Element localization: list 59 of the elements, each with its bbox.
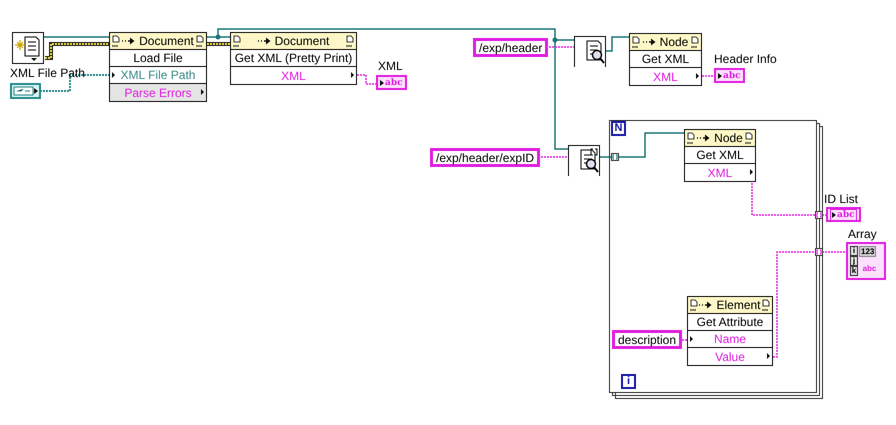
property-label: XML [653,68,678,86]
terminal-icon [767,353,770,359]
wire [45,42,109,60]
wire [606,36,629,52]
arrow-icon [122,37,136,45]
arrow-icon [258,37,271,45]
terminal-icon [696,73,699,79]
wire [619,132,684,158]
terminal-icon [112,72,115,78]
count-terminal: N [611,121,626,136]
terminal-icon [750,169,753,175]
xml-query-icon [568,145,600,176]
indicator-label: Array [848,228,877,241]
tunnel-icon [815,211,823,219]
method-label: Load File [133,50,183,67]
terminal-icon [351,72,354,78]
string-array-indicator: abc [826,207,861,222]
method-label: Get Attribute [696,314,764,331]
property-label: XML File Path [120,67,196,84]
string-constant: /exp/header/expID [430,148,540,167]
terminal-icon [690,336,693,342]
node-class-label: Document [139,33,194,50]
arrow-icon [697,134,710,142]
new-document-icon [12,32,44,64]
method-label: Get XML [642,51,690,68]
property-label: XML [708,164,732,182]
string-indicator: abc [714,68,745,83]
method-label: Get XML [696,147,744,164]
indicator-label: XML [378,60,403,73]
string-constant: description [612,330,682,349]
method-label: Get XML (Pretty Print) [234,50,352,67]
wire [822,214,826,216]
wire [44,36,109,38]
iteration-terminal: i [621,374,636,389]
indicator-label: Header Info [714,53,777,66]
arrow-icon [699,301,712,309]
property-label: Parse Errors [124,84,192,102]
property-label: Name [714,331,746,348]
path-control-icon [10,83,41,99]
property-label: XML [281,68,306,84]
wire [822,251,846,253]
indicator-label: ID List [824,193,858,206]
xml-query-icon [574,36,606,67]
tunnel-icon [611,153,619,161]
node-class-label: Element [716,297,761,314]
wire [679,339,687,341]
terminal-icon [201,89,204,95]
string-indicator: abc [376,75,407,90]
node-class-label: Node [714,130,743,147]
property-label: Value [715,348,745,366]
string-constant: /exp/header [473,38,548,57]
wire [702,75,714,77]
control-label: XML File Path [10,67,85,80]
array-indicator: i j k 123 abc [846,242,886,280]
node-class-label: Document [274,33,330,50]
node-class-label: Node [660,34,688,51]
wire [600,156,611,158]
arrow-icon [642,38,656,46]
tunnel-icon [815,248,823,256]
